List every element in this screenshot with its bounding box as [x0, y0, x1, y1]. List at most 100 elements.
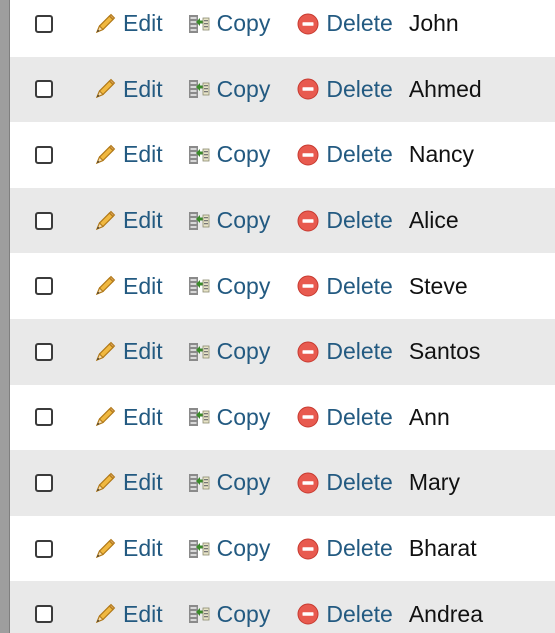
results-table-frame: Edit Copy Delete John Edit Copy Delete A… — [0, 0, 555, 633]
edit-link[interactable]: Edit — [93, 404, 163, 431]
left-panel-border — [0, 0, 10, 633]
edit-link[interactable]: Edit — [93, 207, 163, 234]
delete-link[interactable]: Delete — [296, 469, 393, 496]
edit-label: Edit — [123, 535, 163, 562]
copy-icon — [187, 602, 211, 626]
delete-label: Delete — [326, 535, 393, 562]
delete-link[interactable]: Delete — [296, 273, 393, 300]
copy-icon — [187, 537, 211, 561]
row-checkbox[interactable] — [35, 539, 53, 558]
edit-label: Edit — [123, 338, 163, 365]
row-checkbox[interactable] — [35, 605, 53, 624]
copy-icon — [187, 340, 211, 364]
table-row: Edit Copy — [10, 122, 555, 188]
copy-link[interactable]: Copy — [187, 75, 271, 103]
delete-label: Delete — [326, 338, 393, 365]
copy-link[interactable]: Copy — [187, 600, 271, 628]
pencil-icon — [93, 537, 117, 561]
name-cell: Steve — [408, 272, 468, 299]
results-table: Edit Copy Delete John Edit Copy Delete A… — [10, 0, 555, 633]
delete-icon — [296, 537, 320, 561]
copy-label: Copy — [216, 272, 271, 299]
pencil-icon — [93, 12, 117, 36]
row-checkbox[interactable] — [35, 277, 53, 296]
copy-link[interactable]: Copy — [187, 141, 271, 168]
table-row: Edit Copy — [10, 450, 555, 516]
copy-label: Copy — [216, 403, 271, 430]
copy-link[interactable]: Copy — [187, 10, 271, 37]
delete-icon — [296, 602, 320, 626]
table-row: Edit Copy — [10, 187, 555, 254]
copy-link[interactable]: Copy — [187, 207, 270, 234]
copy-label: Copy — [216, 600, 271, 627]
delete-link[interactable]: Delete — [296, 207, 393, 234]
edit-link[interactable]: Edit — [93, 469, 163, 496]
copy-icon — [187, 471, 211, 495]
edit-label: Edit — [123, 403, 163, 430]
edit-link[interactable]: Edit — [93, 601, 163, 628]
copy-link[interactable]: Copy — [187, 338, 271, 365]
name-cell: Andrea — [408, 600, 483, 627]
pencil-icon — [93, 143, 117, 167]
delete-label: Delete — [326, 207, 393, 234]
pencil-icon — [93, 405, 117, 429]
copy-link[interactable]: Copy — [187, 469, 270, 496]
edit-link[interactable]: Edit — [93, 535, 163, 562]
edit-label: Edit — [123, 75, 163, 102]
copy-label: Copy — [216, 338, 271, 365]
name-cell: Mary — [408, 469, 460, 496]
edit-link[interactable]: Edit — [93, 141, 163, 168]
delete-label: Delete — [326, 600, 393, 627]
pencil-icon — [93, 340, 117, 364]
delete-link[interactable]: Delete — [296, 404, 393, 431]
edit-link[interactable]: Edit — [93, 10, 163, 37]
delete-link[interactable]: Delete — [296, 535, 393, 562]
table-row: Edit Copy — [10, 384, 555, 451]
name-cell: Bharat — [408, 535, 477, 562]
copy-link[interactable]: Copy — [187, 272, 271, 300]
pencil-icon — [93, 602, 117, 626]
copy-icon — [187, 209, 211, 233]
copy-label: Copy — [216, 10, 271, 37]
delete-icon — [296, 209, 320, 233]
row-checkbox[interactable] — [35, 14, 53, 33]
name-cell: Santos — [408, 338, 481, 365]
row-checkbox[interactable] — [35, 473, 53, 492]
edit-link[interactable]: Edit — [93, 76, 163, 103]
table-row: Edit Copy — [10, 515, 555, 582]
name-cell: Ann — [408, 403, 450, 430]
copy-icon — [187, 274, 211, 298]
row-checkbox[interactable] — [35, 211, 53, 230]
delete-link[interactable]: Delete — [296, 338, 393, 365]
copy-link[interactable]: Copy — [187, 403, 271, 431]
row-checkbox[interactable] — [35, 80, 53, 99]
name-cell: Nancy — [408, 141, 475, 168]
edit-link[interactable]: Edit — [93, 338, 163, 365]
delete-icon — [296, 471, 320, 495]
delete-label: Delete — [326, 75, 393, 102]
copy-label: Copy — [216, 141, 271, 168]
edit-link[interactable]: Edit — [93, 273, 163, 300]
delete-link[interactable]: Delete — [296, 75, 393, 103]
pencil-icon — [93, 77, 117, 101]
delete-link[interactable]: Delete — [296, 600, 393, 628]
delete-icon — [296, 77, 320, 101]
edit-label: Edit — [123, 207, 163, 234]
row-checkbox[interactable] — [35, 342, 53, 361]
name-cell: Alice — [408, 207, 459, 234]
delete-link[interactable]: Delete — [296, 10, 393, 37]
row-checkbox[interactable] — [35, 145, 53, 164]
delete-label: Delete — [326, 141, 393, 168]
edit-label: Edit — [123, 141, 163, 168]
edit-label: Edit — [123, 600, 163, 627]
copy-label: Copy — [216, 75, 271, 102]
copy-icon — [187, 143, 211, 167]
copy-icon — [187, 12, 211, 36]
copy-link[interactable]: Copy — [187, 535, 271, 562]
pencil-icon — [93, 471, 117, 495]
copy-label: Copy — [216, 535, 271, 562]
delete-link[interactable]: Delete — [296, 141, 393, 168]
pencil-icon — [93, 274, 117, 298]
row-checkbox[interactable] — [35, 408, 53, 427]
table-row: Edit Copy — [10, 56, 555, 123]
